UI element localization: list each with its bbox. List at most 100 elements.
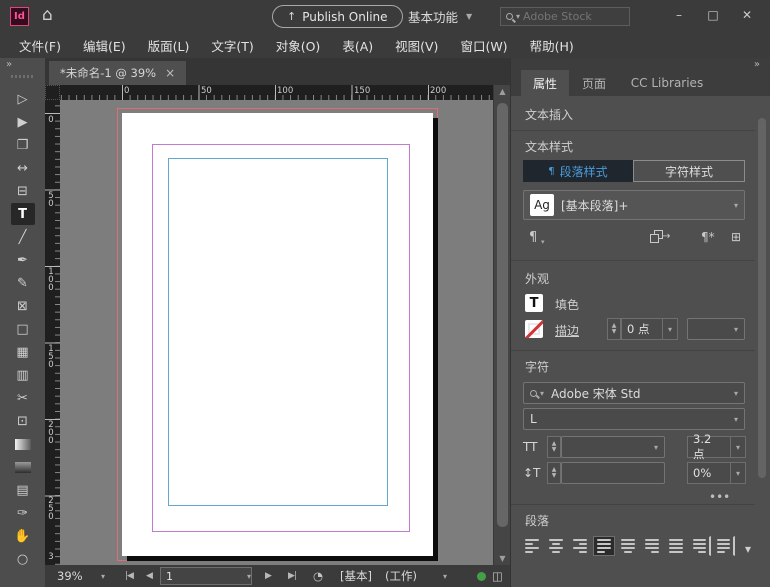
leading-dropdown[interactable] <box>561 462 665 484</box>
page-tool[interactable]: ❐ <box>11 134 35 156</box>
stroke-weight-stepper[interactable]: ▲▼ <box>607 318 621 340</box>
paragraph-styles-tab[interactable]: ¶ 段落样式 <box>523 160 633 182</box>
content-collector-tool[interactable]: ⊟ <box>11 180 35 202</box>
selection-tool[interactable]: ▷ <box>11 88 35 110</box>
panel-scrollbar-thumb[interactable] <box>758 118 766 478</box>
menu-type[interactable]: 文字(T) <box>200 36 264 55</box>
gradient-swatch-tool[interactable] <box>11 433 35 455</box>
font-size-stepper[interactable]: ▲▼ <box>547 436 561 458</box>
close-tab-icon[interactable]: × <box>165 66 175 80</box>
font-size-dropdown[interactable]: ▾ <box>561 436 665 458</box>
toolbar-grip[interactable] <box>11 75 33 78</box>
split-layout-icon[interactable]: ◫ <box>492 565 503 587</box>
vertical-grid-tool[interactable]: ▥ <box>11 364 35 386</box>
zoom-chevron-icon[interactable]: ▾ <box>101 565 105 587</box>
stroke-none-swatch-icon[interactable] <box>525 320 543 338</box>
horizontal-ruler[interactable]: 0 50 100 150 200 <box>60 85 493 100</box>
canvas-vertical-scrollbar[interactable]: ▲ ▼ <box>493 85 510 565</box>
workspace-switcher[interactable]: 基本功能 ▼ <box>408 7 472 26</box>
pencil-tool[interactable]: ✎ <box>11 272 35 294</box>
next-page-button[interactable]: ▶ <box>265 565 271 587</box>
home-icon[interactable]: ⌂ <box>42 5 53 25</box>
font-size-value[interactable]: 3.2 点 <box>687 436 731 458</box>
stroke-weight-chevron[interactable]: ▾ <box>663 318 678 340</box>
align-left-button[interactable] <box>521 536 543 556</box>
fill-label[interactable]: 填色 <box>555 296 579 313</box>
zoom-tool[interactable]: ○ <box>11 548 35 570</box>
vertical-ruler[interactable]: 0 50 100 150 200 250 3 <box>45 100 60 565</box>
hand-tool[interactable]: ✋ <box>11 525 35 547</box>
menu-layout[interactable]: 版面(L) <box>137 36 201 55</box>
minimize-button[interactable]: – <box>662 3 696 27</box>
adobe-stock-search[interactable]: ▾ <box>500 7 630 26</box>
font-size-value-chevron[interactable]: ▾ <box>731 436 746 458</box>
scissors-tool[interactable]: ✂ <box>11 387 35 409</box>
document-tab[interactable]: *未命名-1 @ 39% × <box>49 61 186 85</box>
publish-online-button[interactable]: ↑ Publish Online <box>272 5 403 28</box>
ruler-origin-box[interactable] <box>45 85 60 100</box>
fill-swatch-icon[interactable]: T <box>525 294 543 312</box>
align-towards-spine-button[interactable] <box>689 536 711 556</box>
rectangle-tool[interactable]: □ <box>11 318 35 340</box>
text-frame[interactable] <box>168 158 388 506</box>
font-style-dropdown[interactable]: L ▾ <box>523 408 745 430</box>
tab-properties[interactable]: 属性 <box>521 70 569 96</box>
eyedropper-tool[interactable]: ✑ <box>11 502 35 524</box>
panel-scrollbar[interactable] <box>757 100 767 580</box>
redefine-style-icon[interactable]: ¶* <box>701 230 715 244</box>
menu-file[interactable]: 文件(F) <box>8 36 72 55</box>
stock-search-input[interactable] <box>523 10 624 23</box>
font-family-dropdown[interactable]: ▾ Adobe 宋体 Std ▾ <box>523 382 745 404</box>
previous-page-button[interactable]: ◀ <box>146 565 152 587</box>
paragraph-menu-icon[interactable]: ¶ <box>529 230 537 245</box>
panel-scroll-down-icon[interactable]: ▾ <box>745 542 751 556</box>
maximize-button[interactable]: □ <box>696 3 730 27</box>
line-tool[interactable]: ╱ <box>11 226 35 248</box>
collapse-panel-icon[interactable]: » <box>754 59 760 70</box>
scroll-up-icon[interactable]: ▲ <box>494 87 510 96</box>
horizontal-grid-tool[interactable]: ▦ <box>11 341 35 363</box>
page-number-field[interactable]: ▾ <box>160 567 252 585</box>
preflight-icon[interactable]: ◔ <box>313 565 323 587</box>
leading-stepper[interactable]: ▲▼ <box>547 462 561 484</box>
gap-tool[interactable]: ↔ <box>11 157 35 179</box>
character-styles-tab[interactable]: 字符样式 <box>633 160 745 182</box>
leading-value[interactable]: 0% <box>687 462 731 484</box>
page-number-input[interactable] <box>161 570 247 583</box>
scroll-down-icon[interactable]: ▼ <box>494 554 510 563</box>
align-center-button[interactable] <box>545 536 567 556</box>
free-transform-tool[interactable]: ⊡ <box>11 410 35 432</box>
more-options-icon[interactable]: ••• <box>709 490 730 504</box>
tab-pages[interactable]: 页面 <box>571 70 617 96</box>
tab-cc-libraries[interactable]: CC Libraries <box>619 70 715 96</box>
chevron-down-icon[interactable]: ▾ <box>247 572 251 581</box>
menu-edit[interactable]: 编辑(E) <box>72 36 137 55</box>
stroke-label[interactable]: 描边 <box>555 322 579 339</box>
preflight-preset[interactable]: [基本] <box>340 565 372 587</box>
menu-view[interactable]: 视图(V) <box>384 36 449 55</box>
type-tool[interactable]: T <box>11 203 35 225</box>
document-canvas[interactable]: 0 50 100 150 200 0 50 100 150 200 250 3 … <box>45 85 510 565</box>
menu-object[interactable]: 对象(O) <box>265 36 332 55</box>
scrollbar-thumb[interactable] <box>497 103 508 527</box>
paragraph-style-dropdown[interactable]: Ag [基本段落]+ ▾ <box>523 190 745 220</box>
rectangle-frame-tool[interactable]: ⊠ <box>11 295 35 317</box>
menu-help[interactable]: 帮助(H) <box>519 36 585 55</box>
note-tool[interactable]: ▤ <box>11 479 35 501</box>
leading-value-chevron[interactable]: ▾ <box>731 462 746 484</box>
justify-last-right-button[interactable] <box>641 536 663 556</box>
expand-toolbar-icon[interactable]: » <box>6 59 12 70</box>
menu-window[interactable]: 窗口(W) <box>449 36 518 55</box>
first-page-button[interactable]: |◀ <box>125 565 133 587</box>
justify-all-button[interactable] <box>665 536 687 556</box>
close-button[interactable]: ✕ <box>730 3 764 27</box>
stroke-weight-value[interactable]: 0 点 <box>621 318 663 340</box>
zoom-level[interactable]: 39% <box>57 565 83 587</box>
last-page-button[interactable]: ▶| <box>288 565 296 587</box>
align-right-button[interactable] <box>569 536 591 556</box>
preflight-chevron-icon[interactable]: ▾ <box>443 565 447 587</box>
align-away-from-spine-button[interactable] <box>713 536 735 556</box>
gradient-feather-tool[interactable] <box>11 456 35 478</box>
new-style-icon[interactable]: ⊞ <box>731 230 741 244</box>
justify-last-center-button[interactable] <box>617 536 639 556</box>
